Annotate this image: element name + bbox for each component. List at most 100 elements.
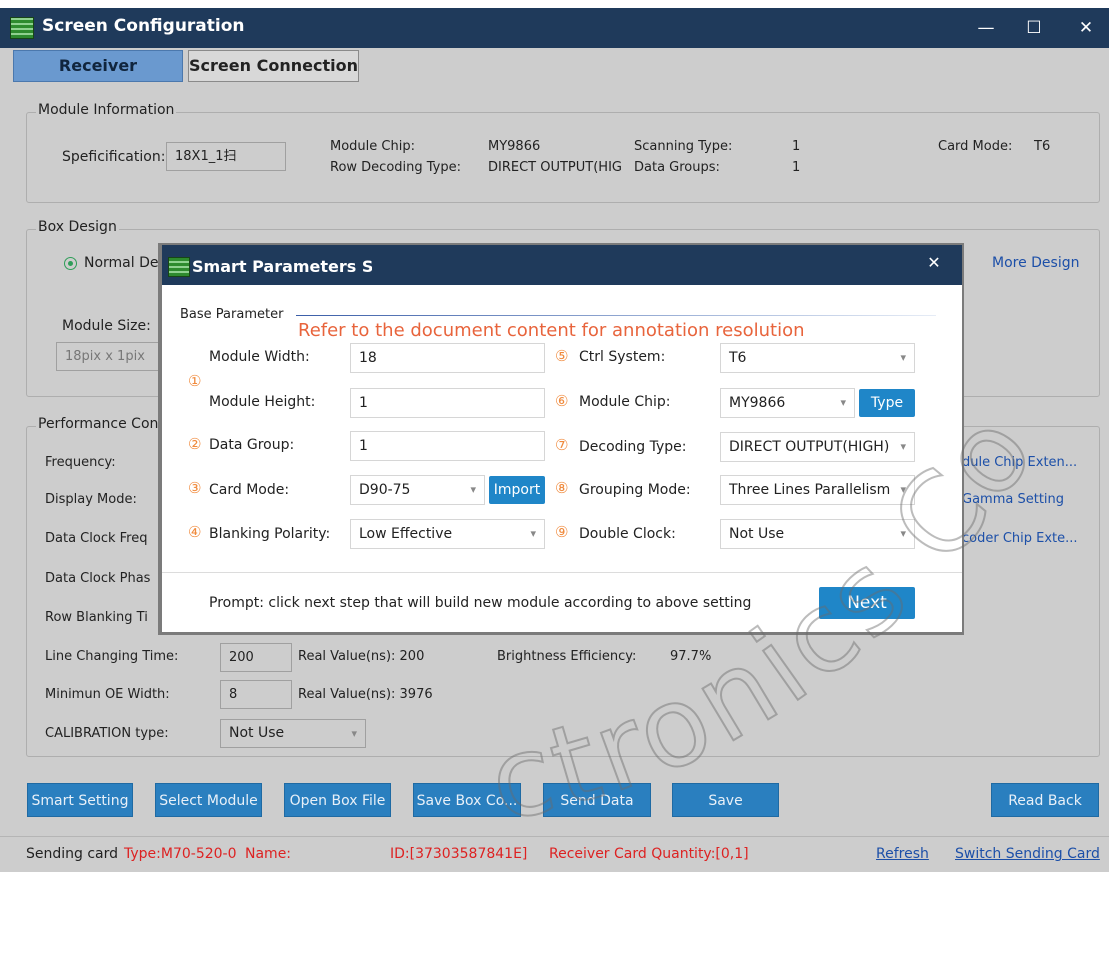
marker-8: ⑧ — [555, 479, 569, 497]
refresh-link[interactable]: Refresh — [876, 846, 929, 862]
scanning-type-value: 1 — [792, 139, 801, 154]
title-bar[interactable]: Screen Configuration — ☐ ✕ — [0, 8, 1109, 48]
receiver-card-quantity: Receiver Card Quantity:[0,1] — [549, 846, 749, 862]
tab-screen-connection[interactable]: Screen Connection — [188, 50, 359, 82]
line-changing-real-value: Real Value(ns): 200 — [298, 649, 425, 664]
dialog-close-button[interactable]: ✕ — [922, 251, 946, 275]
line-changing-field[interactable]: 200 — [220, 643, 292, 672]
app-icon — [10, 17, 34, 39]
data-group-label: Data Group: — [209, 437, 295, 453]
base-parameter-rule — [296, 315, 936, 316]
decoder-chip-extension-link[interactable]: coder Chip Exte... — [962, 531, 1086, 546]
card-mode-label: Card Mode: — [209, 482, 290, 498]
dialog-app-icon — [168, 257, 190, 277]
module-chip-label: Module Chip: — [579, 394, 671, 410]
smart-setting-button[interactable]: Smart Setting — [27, 783, 133, 817]
save-button[interactable]: Save — [672, 783, 779, 817]
module-width-label: Module Width: — [209, 349, 310, 365]
tab-receiver[interactable]: Receiver — [13, 50, 183, 82]
module-chip-value: MY9866 — [488, 139, 541, 154]
frequency-label: Frequency: — [45, 455, 116, 470]
window-title: Screen Configuration — [42, 16, 245, 36]
decoding-type-select[interactable]: DIRECT OUTPUT(HIGH) — [720, 432, 915, 462]
module-information-title: Module Information — [36, 102, 177, 118]
prompt-text: Prompt: click next step that will build … — [209, 595, 752, 611]
type-button[interactable]: Type — [859, 389, 915, 417]
card-mode-value: T6 — [1034, 139, 1051, 154]
min-oe-width-field[interactable]: 8 — [220, 680, 292, 709]
card-mode-select[interactable]: D90-75 — [350, 475, 485, 505]
dialog-divider — [162, 572, 962, 573]
radio-dot — [68, 261, 73, 266]
next-button[interactable]: Next — [819, 587, 915, 619]
line-changing-label: Line Changing Time: — [45, 649, 179, 664]
module-height-field[interactable]: 1 — [350, 388, 545, 418]
decoding-type-label: Decoding Type: — [579, 439, 687, 455]
min-oe-real-value: Real Value(ns): 3976 — [298, 687, 433, 702]
grouping-mode-select[interactable]: Three Lines Parallelism — [720, 475, 915, 505]
module-size-label: Module Size: — [62, 318, 151, 334]
row-decoding-label: Row Decoding Type: — [330, 160, 462, 175]
annotation-note: Refer to the document content for annota… — [298, 320, 805, 341]
marker-3: ③ — [188, 479, 202, 497]
grouping-mode-label: Grouping Mode: — [579, 482, 691, 498]
module-height-label: Module Height: — [209, 394, 316, 410]
normal-design-radio[interactable] — [64, 257, 77, 270]
sending-card-name: Name: — [245, 846, 292, 862]
read-back-button[interactable]: Read Back — [991, 783, 1099, 817]
brightness-efficiency-label: Brightness Efficiency: — [497, 649, 637, 664]
module-width-field[interactable]: 18 — [350, 343, 545, 373]
more-design-link[interactable]: More Design — [992, 255, 1080, 271]
smart-parameters-dialog: Smart Parameters Setting ✕ Base Paramete… — [162, 245, 962, 632]
module-chip-extension-link[interactable]: dule Chip Exten... — [962, 455, 1086, 470]
display-mode-label: Display Mode: — [45, 492, 137, 507]
double-clock-label: Double Clock: — [579, 526, 676, 542]
min-oe-width-label: Minimun OE Width: — [45, 687, 170, 702]
ctrl-system-label: Ctrl System: — [579, 349, 666, 365]
save-box-config-button[interactable]: Save Box Co... — [413, 783, 521, 817]
data-clock-freq-label: Data Clock Freq — [45, 531, 148, 546]
calibration-type-select[interactable]: Not Use — [220, 719, 366, 748]
close-button[interactable]: ✕ — [1066, 14, 1106, 42]
base-parameter-title: Base Parameter — [180, 307, 284, 322]
module-chip-select[interactable]: MY9866 — [720, 388, 855, 418]
data-group-field[interactable]: 1 — [350, 431, 545, 461]
marker-6: ⑥ — [555, 392, 569, 410]
marker-4: ④ — [188, 523, 202, 541]
dialog-title: Smart Parameters Setting — [192, 257, 372, 276]
normal-design-label: Normal De — [84, 255, 159, 271]
row-blanking-label: Row Blanking Ti — [45, 610, 148, 625]
marker-1: ① — [188, 372, 202, 390]
row-decoding-value: DIRECT OUTPUT(HIG — [488, 160, 622, 175]
card-mode-label: Card Mode: — [938, 139, 1013, 154]
send-data-button[interactable]: Send Data — [543, 783, 651, 817]
select-module-button[interactable]: Select Module — [155, 783, 262, 817]
sending-card-id: ID:[37303587841E] — [390, 846, 528, 862]
data-clock-phase-label: Data Clock Phas — [45, 571, 151, 586]
specification-field[interactable]: 18X1_1扫 — [166, 142, 286, 171]
open-box-file-button[interactable]: Open Box File — [284, 783, 391, 817]
scanning-type-label: Scanning Type: — [634, 139, 733, 154]
marker-2: ② — [188, 435, 202, 453]
switch-sending-card-link[interactable]: Switch Sending Card — [955, 846, 1100, 862]
data-groups-value: 1 — [792, 160, 801, 175]
ctrl-system-select[interactable]: T6 — [720, 343, 915, 373]
maximize-button[interactable]: ☐ — [1014, 14, 1054, 42]
blanking-polarity-label: Blanking Polarity: — [209, 526, 331, 542]
calibration-type-label: CALIBRATION type: — [45, 726, 169, 741]
import-button[interactable]: Import — [489, 476, 545, 504]
module-chip-label: Module Chip: — [330, 139, 415, 154]
sending-card-type: Type:M70-520-0 — [124, 846, 237, 862]
box-design-title: Box Design — [36, 219, 119, 235]
module-size-field[interactable]: 18pix x 1pix — [56, 342, 166, 371]
dialog-title-bar[interactable]: Smart Parameters Setting ✕ — [162, 245, 962, 285]
minimize-button[interactable]: — — [966, 14, 1006, 42]
performance-title: Performance Con — [36, 416, 161, 432]
specification-label: Speficification: — [62, 149, 166, 165]
gamma-setting-link[interactable]: Gamma Setting — [962, 492, 1086, 507]
blanking-polarity-select[interactable]: Low Effective — [350, 519, 545, 549]
data-groups-label: Data Groups: — [634, 160, 720, 175]
marker-7: ⑦ — [555, 436, 569, 454]
double-clock-select[interactable]: Not Use — [720, 519, 915, 549]
marker-9: ⑨ — [555, 523, 569, 541]
